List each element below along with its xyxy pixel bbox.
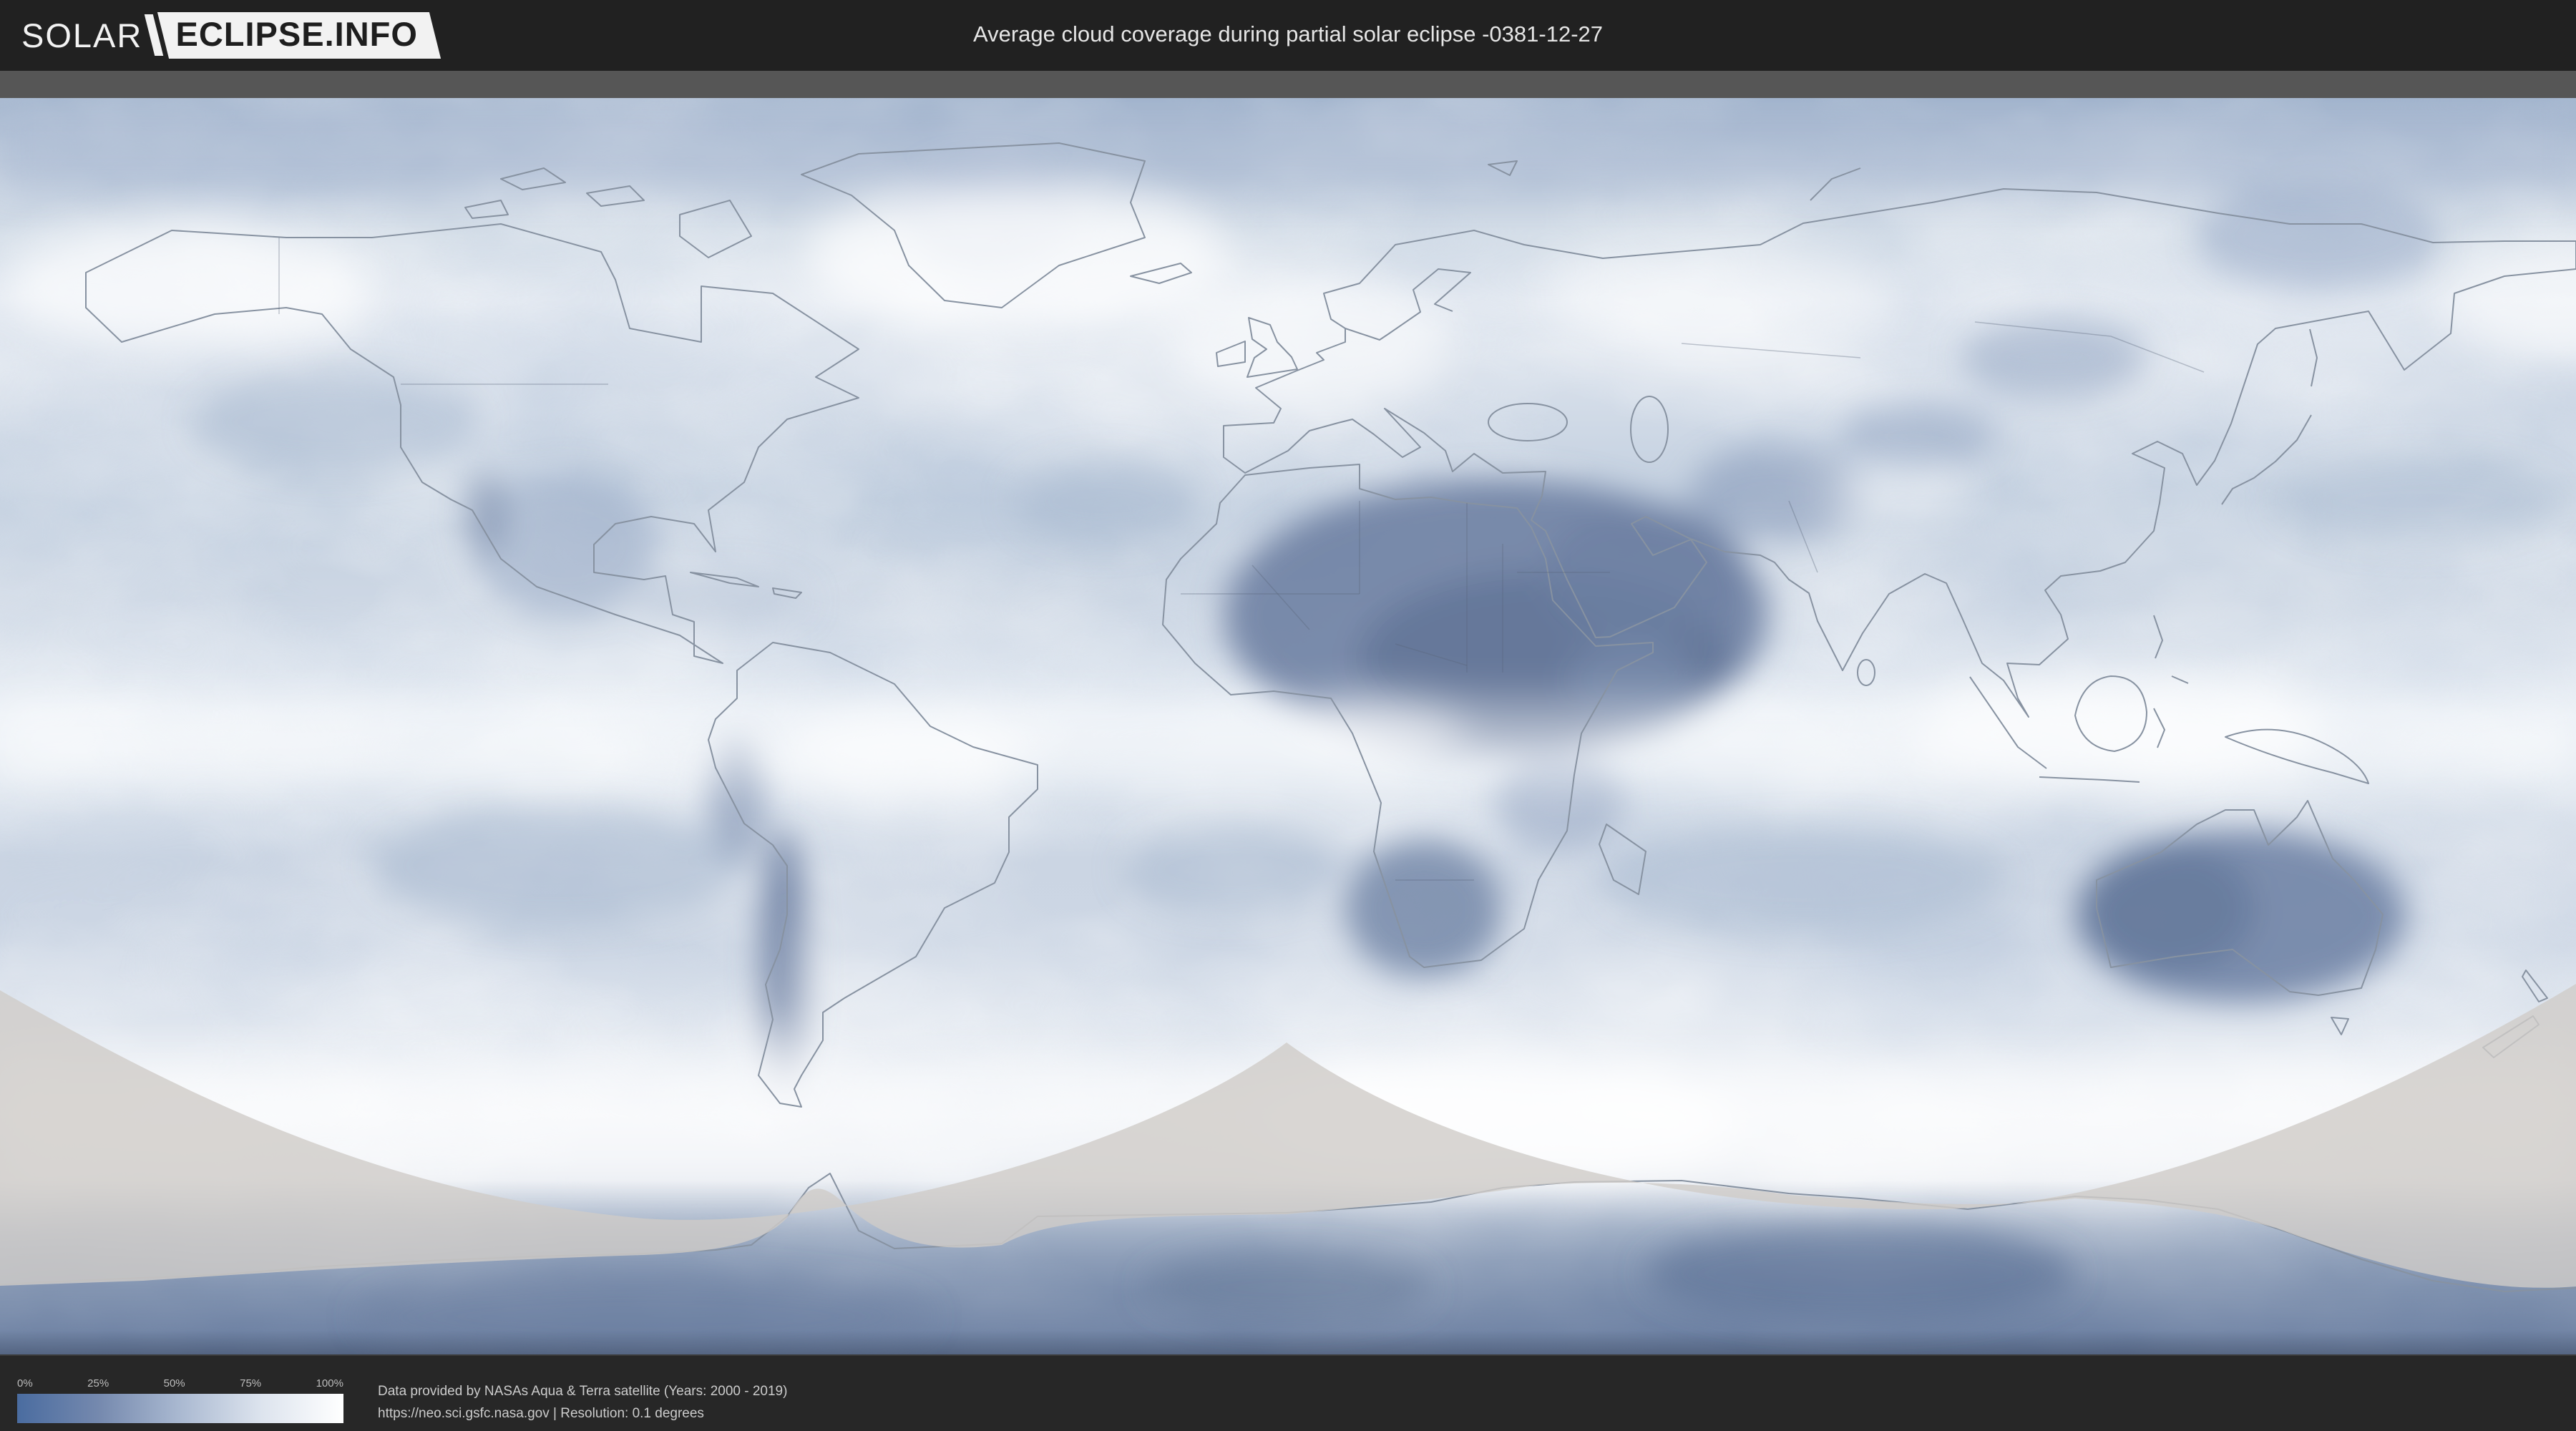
legend-tick: 0% <box>17 1377 33 1390</box>
legend-gradient-bar <box>17 1394 343 1423</box>
legend-tick: 25% <box>87 1377 109 1390</box>
page-title: Average cloud coverage during partial so… <box>972 21 1604 47</box>
cloud-coverage-map-image <box>0 98 2576 1354</box>
world-cloud-map <box>0 0 2576 1354</box>
data-source-text: Data provided by NASAs Aqua & Terra sate… <box>378 1380 787 1425</box>
legend-tick: 75% <box>240 1377 262 1390</box>
map-bottom-fade <box>0 1331 2576 1354</box>
legend-tick: 50% <box>163 1377 185 1390</box>
data-source-line2: https://neo.sci.gsfc.nasa.gov | Resoluti… <box>378 1406 704 1421</box>
data-source-line1: Data provided by NASAs Aqua & Terra sate… <box>378 1384 788 1399</box>
cloud-coverage-legend: 0% 25% 50% 75% 100% <box>17 1377 343 1423</box>
legend-tick: 100% <box>316 1377 343 1390</box>
legend-tick-labels: 0% 25% 50% 75% 100% <box>17 1377 343 1390</box>
page: SOLAR ECLIPSE.INFO Average cloud coverag… <box>0 0 2576 1431</box>
header-divider-strip <box>0 71 2576 98</box>
footer-bar: 0% 25% 50% 75% 100% Data provided by NAS… <box>0 1354 2576 1431</box>
